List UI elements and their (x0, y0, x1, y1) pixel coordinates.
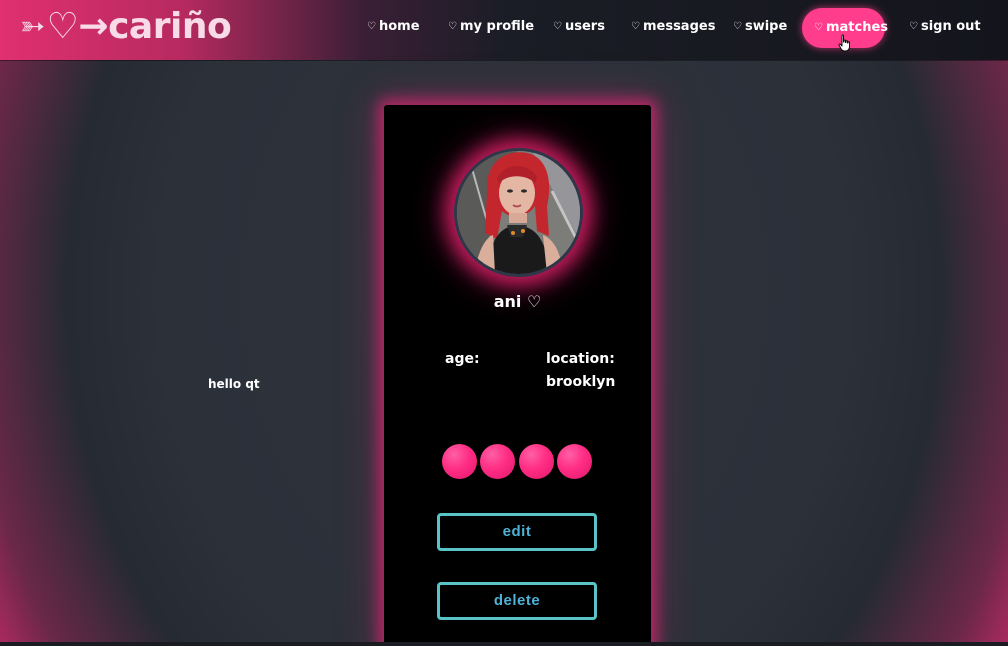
heart-icon: ♡ (526, 292, 542, 311)
arrow-tail-icon: ➳ (20, 9, 45, 44)
age-label: age: (445, 351, 480, 367)
location-label: location: (546, 351, 615, 367)
nav-item-messages[interactable]: ♡ messages (631, 19, 715, 39)
greeting-text: hello qt (208, 377, 260, 391)
pink-dot[interactable] (480, 444, 515, 479)
top-navbar: ➳♡→cariño ♡ home ♡ my profile ♡ users ♡ mess… (0, 0, 1008, 60)
pink-dot[interactable] (519, 444, 554, 479)
nav-label: home (378, 19, 420, 34)
bottom-edge (0, 642, 1008, 646)
action-dots (442, 444, 594, 480)
nav-label: swipe (744, 19, 788, 34)
nav-label: messages (642, 19, 716, 34)
delete-button[interactable]: delete (437, 582, 597, 620)
avatar[interactable] (454, 148, 583, 277)
heart-icon: ♡ (553, 21, 562, 32)
nav-label: my profile (459, 19, 535, 34)
nav-item-sign-out[interactable]: ♡ sign out (909, 19, 981, 39)
heart-icon: ♡ (733, 21, 742, 32)
pink-dot[interactable] (442, 444, 477, 479)
profile-name: ani ♡ (384, 292, 651, 311)
pink-dot[interactable] (557, 444, 592, 479)
heart-icon: ♡ (909, 21, 918, 32)
hand-pointer-cursor-icon (838, 34, 850, 52)
brand-logo[interactable]: ➳♡→cariño (20, 6, 232, 47)
heart-icon: ♡ (367, 21, 376, 32)
nav-item-users[interactable]: ♡ users (553, 19, 605, 39)
heart-icon: ♡ (631, 21, 640, 32)
heart-icon: ♡ (814, 22, 823, 33)
nav-item-my-profile[interactable]: ♡ my profile (448, 19, 534, 39)
nav-item-swipe[interactable]: ♡ swipe (733, 19, 787, 39)
nav-label: sign out (920, 19, 981, 34)
edit-button[interactable]: edit (437, 513, 597, 551)
nav-label: matches (825, 20, 889, 35)
profile-photo (457, 151, 580, 274)
profile-name-text: ani (493, 292, 522, 311)
heart-icon: ♡ (448, 21, 457, 32)
location-value: brooklyn (546, 374, 616, 390)
nav-label: users (564, 19, 605, 34)
nav-item-home[interactable]: ♡ home (367, 19, 420, 39)
heart-outline-icon: ♡ (46, 6, 79, 47)
brand-name: cariño (108, 6, 232, 47)
logo-arrow-right: → (78, 6, 109, 47)
profile-card: ani ♡ age: location: brooklyn edit delet… (384, 105, 651, 646)
